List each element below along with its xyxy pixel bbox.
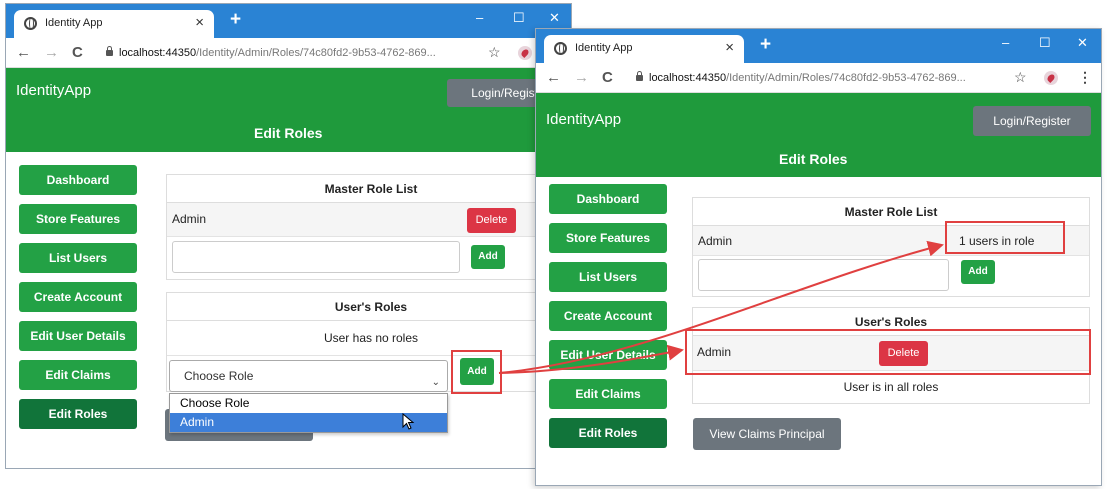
master-role-card: Master Role List Admin Delete Add [166,174,571,280]
extension-icon[interactable] [518,46,532,60]
all-roles-text: User is in all roles [843,380,939,394]
url-field[interactable]: localhost:44350/Identity/Admin/Roles/74c… [106,46,436,59]
browser-menu-icon[interactable]: ⋮ [1078,69,1092,86]
tab-close-icon[interactable]: × [725,39,734,56]
sidebar-item-edit-claims[interactable]: Edit Claims [549,379,667,409]
sidebar-item-dashboard[interactable]: Dashboard [19,165,137,195]
new-tab-icon[interactable]: + [760,34,771,56]
brand[interactable]: IdentityApp [16,82,91,99]
tab-title: Identity App [45,17,103,29]
maximize-icon[interactable]: ☐ [1039,35,1051,51]
address-bar: ← → C localhost:44350/Identity/Admin/Rol… [536,63,1101,93]
sidebar-item-edit-roles[interactable]: Edit Roles [549,418,667,448]
new-role-input[interactable] [698,259,949,291]
sidebar-item-edit-claims[interactable]: Edit Claims [19,360,137,390]
lock-icon [636,71,643,81]
sidebar-item-edit-roles[interactable]: Edit Roles [19,399,137,429]
forward-icon[interactable]: → [574,69,589,86]
option-choose-role[interactable]: Choose Role [170,394,447,413]
lock-icon [106,46,113,56]
delete-role-button[interactable]: Delete [467,208,516,233]
maximize-icon[interactable]: ☐ [513,10,525,26]
new-tab-icon[interactable]: + [230,9,241,31]
url-field[interactable]: localhost:44350/Identity/Admin/Roles/74c… [636,71,966,84]
app-header: IdentityApp Login/Register Edit Roles [6,68,571,152]
login-button[interactable]: Login/Register [973,106,1091,136]
sidebar-item-store-features[interactable]: Store Features [19,204,137,234]
sidebar-item-dashboard[interactable]: Dashboard [549,184,667,214]
master-role-title: Master Role List [167,175,571,203]
bookmark-star-icon[interactable]: ☆ [1014,69,1027,86]
reload-icon[interactable]: C [72,44,83,61]
add-role-button[interactable]: Add [471,245,505,269]
tab-close-icon[interactable]: × [195,14,204,31]
extension-icon[interactable] [1044,71,1058,85]
minimize-icon[interactable]: – [1002,35,1009,50]
role-name: Admin [172,212,207,226]
mouse-cursor-icon [402,413,415,430]
bookmark-star-icon[interactable]: ☆ [488,44,501,61]
sidebar-item-list-users[interactable]: List Users [549,262,667,292]
back-icon[interactable]: ← [546,69,561,86]
globe-icon [24,17,37,30]
view-claims-button[interactable]: View Claims Principal [693,418,841,450]
highlight-box [945,221,1065,254]
sidebar-item-create-account[interactable]: Create Account [549,301,667,331]
tab-bar: Identity App × + – ☐ ✕ [536,29,1101,63]
table-row: Admin Delete [167,203,571,237]
page-title: Edit Roles [779,151,848,167]
reload-icon[interactable]: C [602,69,613,86]
app-header: IdentityApp Login/Register Edit Roles [536,93,1101,177]
browser-window-after: Identity App × + – ☐ ✕ ← → C localhost:4… [535,28,1102,486]
minimize-icon[interactable]: – [476,10,483,25]
page-title: Edit Roles [254,125,323,141]
globe-icon [554,42,567,55]
sidebar-item-list-users[interactable]: List Users [19,243,137,273]
tab-title: Identity App [575,42,633,54]
brand[interactable]: IdentityApp [546,111,621,128]
highlight-box [451,350,502,394]
browser-tab[interactable]: Identity App × [14,10,214,38]
close-window-icon[interactable]: ✕ [549,10,560,26]
new-role-input[interactable] [172,241,460,273]
add-role-button[interactable]: Add [961,260,995,284]
tab-bar: Identity App × + – ☐ ✕ [6,4,571,38]
no-roles-text: User has no roles [167,321,571,356]
address-bar: ← → C localhost:44350/Identity/Admin/Rol… [6,38,571,68]
sidebar: Dashboard Store Features List Users Crea… [549,184,667,457]
sidebar-item-store-features[interactable]: Store Features [549,223,667,253]
forward-icon[interactable]: → [44,44,59,61]
close-window-icon[interactable]: ✕ [1077,35,1088,51]
back-icon[interactable]: ← [16,44,31,61]
browser-tab[interactable]: Identity App × [544,35,744,63]
role-select[interactable]: Choose Role ⌄ [169,360,448,392]
sidebar-item-create-account[interactable]: Create Account [19,282,137,312]
role-name: Admin [698,234,733,248]
user-roles-title: User's Roles [167,293,571,321]
sidebar-item-edit-user-details[interactable]: Edit User Details [549,340,667,370]
sidebar: Dashboard Store Features List Users Crea… [19,165,137,438]
browser-window-before: Identity App × + – ☐ ✕ ← → C localhost:4… [5,3,572,469]
highlight-box [685,329,1091,375]
sidebar-item-edit-user-details[interactable]: Edit User Details [19,321,137,351]
